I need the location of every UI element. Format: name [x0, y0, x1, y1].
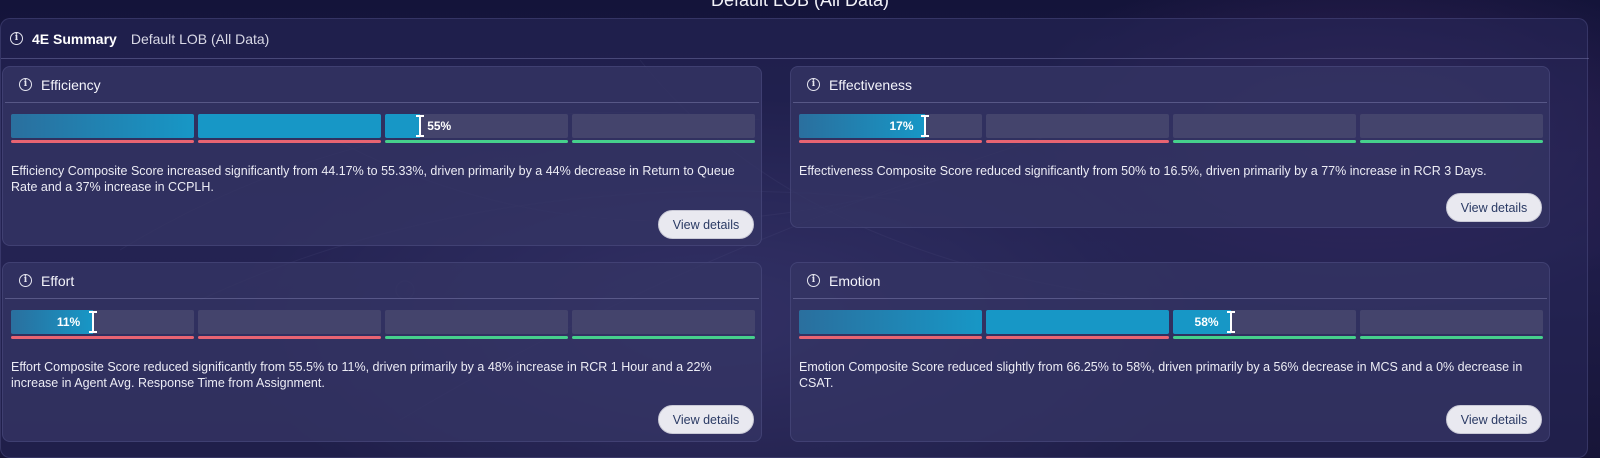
score-marker	[416, 115, 425, 137]
effectiveness-card: i Effectiveness 17% Effectiveness Compos…	[790, 66, 1550, 228]
summary-header: i 4E Summary Default LOB (All Data)	[1, 19, 1589, 59]
info-icon[interactable]: i	[10, 32, 23, 45]
info-icon[interactable]: i	[807, 274, 820, 287]
info-icon[interactable]: i	[19, 274, 32, 287]
emotion-card: i Emotion 58% Emotion Composite Score re…	[790, 262, 1550, 442]
bar-track	[198, 114, 381, 138]
card-title: Emotion	[829, 272, 881, 289]
low-range-line	[986, 336, 1169, 339]
bar-track	[1173, 114, 1356, 138]
card-description: Emotion Composite Score reduced slightly…	[799, 360, 1523, 390]
bar-track	[1360, 114, 1543, 138]
card-description: Efficiency Composite Score increased sig…	[11, 164, 735, 194]
efficiency-card: i Efficiency 55% Efficiency Composite Sc…	[2, 66, 762, 246]
bar-segment	[986, 310, 1169, 342]
score-label: 55%	[427, 119, 452, 133]
bar-track	[799, 310, 982, 334]
score-bar: 55%	[11, 114, 755, 146]
score-label: 17%	[889, 119, 914, 133]
bar-fill	[198, 114, 381, 138]
view-details-button[interactable]: View details	[1446, 193, 1542, 222]
bar-track	[572, 114, 755, 138]
bar-fill	[11, 310, 93, 334]
card-header: i Efficiency	[5, 67, 759, 103]
bar-segment	[385, 114, 568, 146]
low-range-line	[198, 140, 381, 143]
high-range-line	[1360, 140, 1543, 143]
bar-segment	[385, 310, 568, 342]
high-range-line	[572, 336, 755, 339]
high-range-line	[572, 140, 755, 143]
view-details-button[interactable]: View details	[658, 405, 754, 434]
info-icon[interactable]: i	[19, 78, 32, 91]
low-range-line	[11, 336, 194, 339]
bar-segment	[1360, 310, 1543, 342]
bar-track	[198, 310, 381, 334]
bar-segment	[11, 114, 194, 146]
low-range-line	[986, 140, 1169, 143]
low-range-line	[799, 336, 982, 339]
score-marker	[921, 115, 930, 137]
bar-segment	[198, 114, 381, 146]
effort-card: i Effort 11% Effort Composite Score redu…	[2, 262, 762, 442]
summary-title: 4E Summary	[32, 30, 117, 47]
info-icon[interactable]: i	[807, 78, 820, 91]
bar-segment	[11, 310, 194, 342]
bar-track	[1360, 310, 1543, 334]
bar-segment	[799, 310, 982, 342]
card-title: Effort	[41, 272, 75, 289]
bar-fill	[799, 310, 982, 334]
bar-segment	[986, 114, 1169, 146]
view-details-button[interactable]: View details	[1446, 405, 1542, 434]
bar-segment	[1173, 114, 1356, 146]
score-label: 58%	[1194, 315, 1219, 329]
card-description: Effort Composite Score reduced significa…	[11, 360, 712, 390]
high-range-line	[1173, 336, 1356, 339]
bar-track	[986, 310, 1169, 334]
score-marker	[1226, 311, 1235, 333]
bar-fill	[986, 310, 1169, 334]
card-description: Effectiveness Composite Score reduced si…	[799, 164, 1487, 178]
score-bar: 17%	[799, 114, 1543, 146]
bar-fill	[11, 114, 194, 138]
bar-track	[11, 114, 194, 138]
card-header: i Effort	[5, 263, 759, 299]
bar-segment	[572, 114, 755, 146]
bar-track	[986, 114, 1169, 138]
view-details-button[interactable]: View details	[658, 210, 754, 239]
score-bar: 58%	[799, 310, 1543, 342]
summary-subtitle: Default LOB (All Data)	[130, 30, 270, 47]
bar-track	[385, 114, 568, 138]
high-range-line	[1360, 336, 1543, 339]
card-header: i Emotion	[793, 263, 1547, 299]
high-range-line	[1173, 140, 1356, 143]
card-header: i Effectiveness	[793, 67, 1547, 103]
bar-segment	[572, 310, 755, 342]
low-range-line	[799, 140, 982, 143]
low-range-line	[198, 336, 381, 339]
bar-fill	[385, 114, 421, 138]
card-title: Effectiveness	[829, 76, 913, 93]
low-range-line	[11, 140, 194, 143]
bar-segment	[1360, 114, 1543, 146]
high-range-line	[385, 336, 568, 339]
page-title: Default LOB (All Data)	[710, 0, 890, 10]
high-range-line	[385, 140, 568, 143]
score-label: 11%	[56, 315, 81, 329]
bar-track	[385, 310, 568, 334]
score-marker	[88, 311, 97, 333]
bar-track	[11, 310, 194, 334]
score-bar: 11%	[11, 310, 755, 342]
bar-segment	[198, 310, 381, 342]
bar-track	[572, 310, 755, 334]
card-title: Efficiency	[41, 76, 101, 93]
